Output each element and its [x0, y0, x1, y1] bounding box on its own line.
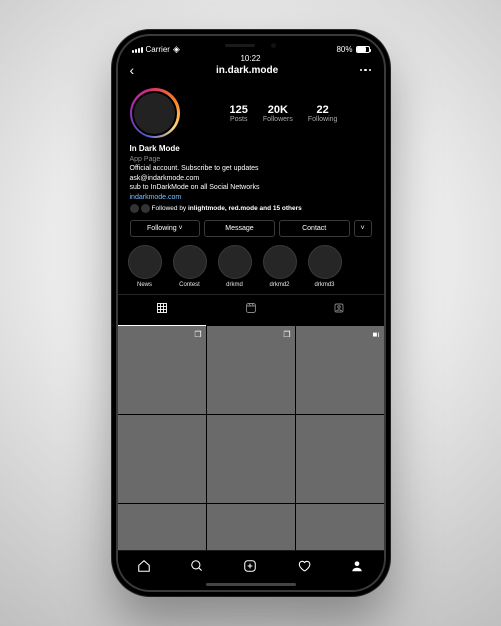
following-button[interactable]: Following ˅ [130, 220, 201, 237]
highlight-item[interactable]: drkmd3 [308, 245, 342, 288]
highlight-item[interactable]: Contest [173, 245, 207, 288]
tab-grid[interactable] [118, 295, 207, 326]
tab-tagged[interactable] [295, 295, 384, 326]
mini-avatar-icon [130, 204, 139, 213]
post-thumbnail[interactable] [296, 415, 384, 503]
highlights-row: News Contest drkmd drkmd2 drkmd3 [118, 245, 384, 294]
post-thumbnail[interactable] [296, 504, 384, 550]
suggest-button[interactable]: ˅ [354, 220, 372, 237]
posts-grid: ❐ ❐ ■ı [118, 326, 384, 550]
bio: In Dark Mode App Page Official account. … [118, 142, 384, 220]
video-icon: ■ı [372, 330, 379, 339]
stat-posts[interactable]: 125Posts [230, 104, 248, 123]
battery-icon [356, 46, 370, 53]
username-title: in.dark.mode [216, 65, 278, 76]
bio-link[interactable]: indarkmode.com [130, 193, 372, 202]
highlight-icon [128, 245, 162, 279]
bio-line: sub to InDarkMode on all Social Networks [130, 183, 372, 192]
tab-reels[interactable] [206, 295, 295, 326]
tagged-icon [333, 302, 345, 314]
phone-frame: Carrier ◈ 10:22 80% ‹ in.dark.mode 125Po… [112, 30, 390, 596]
grid-icon [156, 302, 168, 314]
message-button[interactable]: Message [204, 220, 275, 237]
home-indicator[interactable] [206, 583, 296, 586]
reels-icon [245, 302, 257, 314]
multi-post-icon: ❐ [283, 330, 290, 339]
battery-pct: 80% [336, 45, 352, 54]
post-thumbnail[interactable] [207, 504, 295, 550]
highlight-item[interactable]: drkmd2 [263, 245, 297, 288]
signal-icon [132, 47, 143, 53]
wifi-icon: ◈ [173, 44, 180, 55]
highlight-icon [308, 245, 342, 279]
heart-icon[interactable] [297, 559, 311, 573]
post-thumbnail[interactable]: ■ı [296, 326, 384, 414]
bottom-nav [118, 550, 384, 580]
category: App Page [130, 155, 372, 164]
carrier-label: Carrier [146, 45, 170, 54]
post-thumbnail[interactable] [118, 415, 206, 503]
highlight-item[interactable]: News [128, 245, 162, 288]
display-name: In Dark Mode [130, 144, 372, 155]
post-thumbnail[interactable]: ❐ [207, 326, 295, 414]
highlight-item[interactable]: drkmd [218, 245, 252, 288]
stat-following[interactable]: 22Following [308, 104, 338, 123]
clock: 10:22 [240, 54, 260, 63]
add-icon[interactable] [243, 559, 257, 573]
home-icon[interactable] [137, 559, 151, 573]
content-tabs [118, 294, 384, 326]
screen: Carrier ◈ 10:22 80% ‹ in.dark.mode 125Po… [118, 36, 384, 590]
post-thumbnail[interactable] [207, 415, 295, 503]
multi-post-icon: ❐ [194, 330, 201, 339]
profile-icon[interactable] [350, 559, 364, 573]
highlight-icon [173, 245, 207, 279]
profile-header: 125Posts 20KFollowers 22Following [118, 82, 384, 142]
stat-followers[interactable]: 20KFollowers [263, 104, 293, 123]
search-icon[interactable] [190, 559, 204, 573]
followed-by[interactable]: Followed by inlightmode, red.mode and 15… [130, 204, 372, 214]
back-button[interactable]: ‹ [130, 62, 135, 78]
bio-line: Official account. Subscribe to get updat… [130, 164, 372, 173]
action-row: Following ˅ Message Contact ˅ [118, 220, 384, 245]
mini-avatar-icon [141, 204, 150, 213]
post-thumbnail[interactable] [118, 504, 206, 550]
more-options-button[interactable] [360, 69, 372, 72]
avatar-story-ring[interactable] [130, 88, 180, 138]
notch [186, 36, 316, 54]
contact-button[interactable]: Contact [279, 220, 350, 237]
post-thumbnail[interactable]: ❐ [118, 326, 206, 414]
highlight-icon [218, 245, 252, 279]
bio-line: ask@indarkmode.com [130, 174, 372, 183]
avatar [132, 91, 177, 136]
highlight-icon [263, 245, 297, 279]
